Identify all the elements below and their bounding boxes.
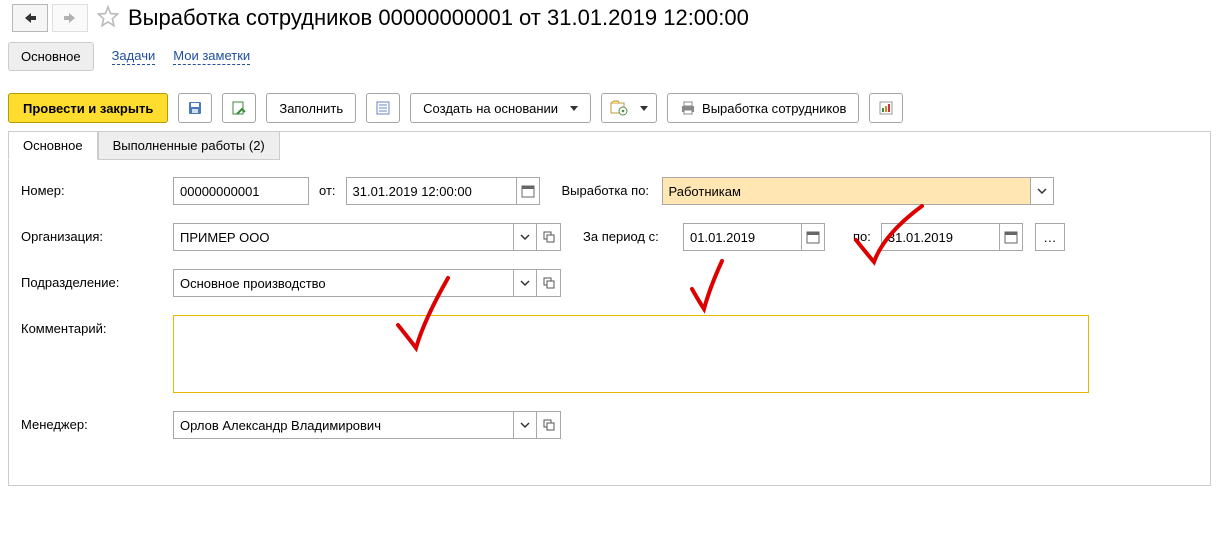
open-icon [543,419,555,431]
list-icon [375,100,391,116]
vyrab-po-input[interactable] [662,177,1030,205]
subnav-notes[interactable]: Мои заметки [173,48,250,65]
save-icon [187,100,203,116]
vyrab-po-dropdown-button[interactable] [1030,177,1054,205]
date-to-calendar-button[interactable] [999,223,1023,251]
post-button[interactable] [222,93,256,123]
date-from-calendar-button[interactable] [801,223,825,251]
calendar-icon [521,184,535,198]
report-button[interactable] [869,93,903,123]
subnav-main[interactable]: Основное [8,42,94,71]
label-comment: Комментарий: [21,315,173,336]
chevron-down-icon [1037,186,1047,196]
label-number: Номер: [21,177,173,198]
ellipsis-icon: … [1043,230,1056,245]
label-period-from: За период с: [561,223,683,244]
manager-dropdown-button[interactable] [513,411,537,439]
calendar-icon [806,230,820,244]
datetime-input[interactable] [346,177,516,205]
folder-gear-icon [610,100,628,116]
label-dept: Подразделение: [21,269,173,290]
post-icon [231,100,247,116]
calendar-icon [1004,230,1018,244]
open-icon [543,231,555,243]
datetime-calendar-button[interactable] [516,177,540,205]
label-manager: Менеджер: [21,411,173,432]
list-button[interactable] [366,93,400,123]
chevron-down-icon [520,232,530,242]
manager-open-button[interactable] [537,411,561,439]
chevron-down-icon [520,420,530,430]
subnav-tasks[interactable]: Задачи [112,48,156,65]
arrow-left-icon [22,11,38,25]
tab-main[interactable]: Основное [8,131,98,160]
org-dropdown-button[interactable] [513,223,537,251]
org-input[interactable] [173,223,513,251]
manager-input[interactable] [173,411,513,439]
printer-icon [680,100,696,116]
dept-open-button[interactable] [537,269,561,297]
nav-forward-button[interactable] [52,4,88,32]
org-open-button[interactable] [537,223,561,251]
arrow-right-icon [62,11,78,25]
period-more-button[interactable]: … [1035,223,1065,251]
dept-dropdown-button[interactable] [513,269,537,297]
date-to-input[interactable] [881,223,999,251]
fill-button[interactable]: Заполнить [266,93,356,123]
open-icon [543,277,555,289]
label-period-to: по: [825,223,881,244]
comment-textarea[interactable] [173,315,1089,393]
date-from-input[interactable] [683,223,801,251]
post-close-button[interactable]: Провести и закрыть [8,93,168,123]
report-icon [878,100,894,116]
star-icon[interactable] [96,5,120,32]
chevron-down-icon [520,278,530,288]
label-vyrab-po: Выработка по: [540,177,662,198]
label-org: Организация: [21,223,173,244]
number-input[interactable] [173,177,309,205]
attachments-button[interactable] [601,93,657,123]
nav-back-button[interactable] [12,4,48,32]
create-based-button[interactable]: Создать на основании [410,93,591,123]
page-title: Выработка сотрудников 00000000001 от 31.… [128,5,749,31]
save-button[interactable] [178,93,212,123]
dept-input[interactable] [173,269,513,297]
label-from: от: [309,177,346,198]
print-button[interactable]: Выработка сотрудников [667,93,859,123]
tab-works[interactable]: Выполненные работы (2) [98,131,280,160]
